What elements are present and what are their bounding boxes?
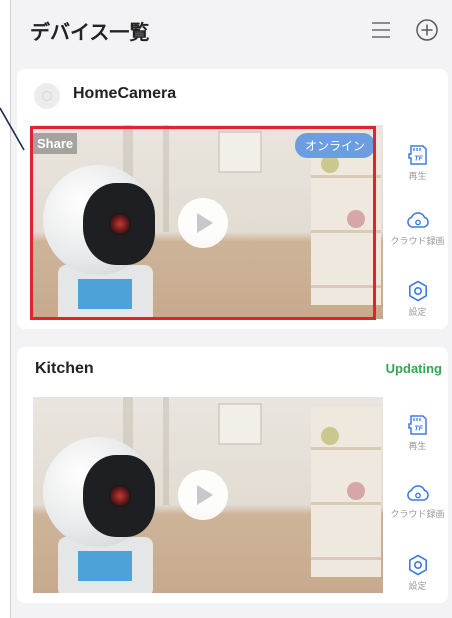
cloud-recording-button[interactable]: クラウド録画 [387,481,448,520]
scene-shelf [311,407,381,577]
play-button[interactable] [178,198,228,248]
device-name: Kitchen [35,360,94,377]
cloud-icon [406,212,429,228]
cloud-recording-button[interactable]: クラウド録画 [387,208,448,247]
playback-label: 再生 [408,441,427,451]
device-card-header: Kitchen Updating [17,347,448,399]
svg-text:TF: TF [414,426,423,433]
device-card-header: HomeCamera [17,69,448,121]
svg-text:TF: TF [414,156,423,163]
tf-card-icon: TF [407,415,427,435]
share-badge: Share [33,133,78,154]
device-avatar-icon [34,83,60,109]
scene-wall [163,397,169,505]
settings-icon [408,280,427,302]
app-screen: デバイス一覧 HomeCamera Share オンライン TF 再生 クラウド… [10,0,452,618]
scene-picture [218,131,262,173]
device-card-kitchen[interactable]: Kitchen Updating TF 再生 クラウド録画 設定 [17,347,448,603]
page-title: デバイス一覧 [30,22,150,44]
scene-wall [163,125,169,232]
scene-camera [43,165,155,275]
online-status-badge: オンライン [294,133,375,158]
add-icon[interactable] [415,18,439,42]
playback-button[interactable]: TF 再生 [387,413,448,452]
cloud-recording-label: クラウド録画 [390,236,445,246]
cloud-icon [406,485,429,501]
camera-preview[interactable]: Share オンライン [33,125,383,319]
tf-card-icon: TF [407,145,427,165]
scene-camera [43,437,155,547]
cloud-recording-label: クラウド録画 [390,509,445,519]
settings-button[interactable]: 設定 [387,553,448,592]
playback-button[interactable]: TF 再生 [387,143,448,182]
menu-icon[interactable] [369,18,393,42]
scene-picture [218,403,262,445]
playback-label: 再生 [408,171,427,181]
updating-status: Updating [385,361,442,376]
header: デバイス一覧 [11,0,452,64]
settings-label: 設定 [408,581,427,591]
device-card-homecamera[interactable]: HomeCamera Share オンライン TF 再生 クラウド録画 設定 [17,69,448,329]
settings-button[interactable]: 設定 [387,279,448,318]
camera-preview[interactable] [33,397,383,593]
settings-label: 設定 [408,307,427,317]
settings-icon [408,554,427,576]
device-name: HomeCamera [73,85,177,102]
scene-shelf [311,135,381,305]
play-button[interactable] [178,470,228,520]
